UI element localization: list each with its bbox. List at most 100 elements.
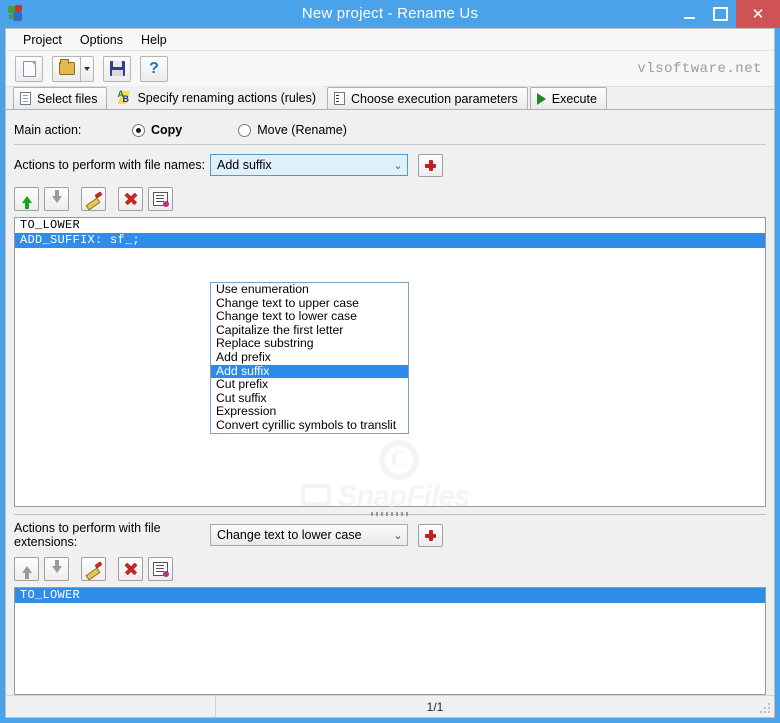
tab-strip: Select files AB Specify renaming actions… <box>6 86 774 110</box>
delete-icon <box>124 192 138 206</box>
title-bar: New project - Rename Us ✕ <box>0 0 780 28</box>
maximize-button[interactable] <box>705 0 736 28</box>
splitter-grip-icon <box>371 512 409 516</box>
chevron-down-icon: ⌄ <box>393 159 403 172</box>
rule-properties-button[interactable] <box>148 187 173 211</box>
move-rule-down-button[interactable] <box>44 187 69 211</box>
properties-icon <box>153 192 169 207</box>
tab-execute[interactable]: Execute <box>529 87 607 109</box>
plus-icon <box>425 529 436 541</box>
extension-rule-properties-button[interactable] <box>148 557 173 581</box>
file-extensions-action-label: Actions to perform with file extensions: <box>14 521 161 549</box>
close-button[interactable]: ✕ <box>736 0 780 28</box>
radio-move-rename[interactable]: Move (Rename) <box>238 123 347 137</box>
dropdown-option[interactable]: Expression <box>211 405 408 419</box>
status-panel-left <box>6 696 216 717</box>
radio-copy[interactable]: Copy <box>132 123 182 137</box>
file-extensions-action-row: Actions to perform with file extensions:… <box>14 521 766 549</box>
tab-select-files[interactable]: Select files <box>13 87 108 109</box>
move-up-icon <box>21 195 32 209</box>
radio-dot-icon <box>238 123 252 137</box>
add-rule-button[interactable] <box>418 153 443 177</box>
minimize-button[interactable] <box>674 0 705 28</box>
radio-label: Move (Rename) <box>257 123 347 137</box>
combo-value: Add suffix <box>217 158 272 172</box>
save-icon <box>109 61 125 76</box>
open-project-button[interactable] <box>52 55 80 82</box>
plus-icon <box>425 159 436 171</box>
dropdown-option-selected[interactable]: Add suffix <box>211 364 408 379</box>
edit-rule-button[interactable] <box>81 187 106 211</box>
dropdown-option[interactable]: Cut suffix <box>211 391 408 406</box>
application-window: New project - Rename Us ✕ Project Option… <box>0 0 780 723</box>
dropdown-option[interactable]: Cut prefix <box>211 378 408 392</box>
file-names-action-dropdown-list[interactable]: Use enumeration Change text to upper cas… <box>210 282 409 434</box>
menu-item-help[interactable]: Help <box>132 31 176 49</box>
clipboard-icon <box>334 92 345 105</box>
tab-label: Choose execution parameters <box>351 91 518 106</box>
tab-label: Select files <box>37 91 98 106</box>
radio-dot-icon <box>132 123 145 137</box>
open-folder-icon <box>58 59 75 75</box>
new-project-button[interactable] <box>15 55 43 82</box>
rules-page: Main action: Copy Move (Rename) Actions … <box>6 110 774 695</box>
tab-label: Execute <box>551 91 597 106</box>
window-controls: ✕ <box>674 0 780 28</box>
combo-value: Change text to lower case <box>217 528 362 542</box>
new-file-icon <box>22 60 36 77</box>
list-item[interactable]: ADD_SUFFIX: sf_; <box>15 233 765 248</box>
delete-icon <box>124 562 138 576</box>
file-names-action-combo[interactable]: Add suffix ⌄ <box>210 154 408 176</box>
file-names-rule-toolbar <box>14 186 766 212</box>
file-extensions-rules-list[interactable]: TO_LOWER <box>14 587 766 695</box>
resize-grip-icon[interactable] <box>759 703 771 715</box>
file-extensions-action-combo[interactable]: Change text to lower case ⌄ <box>210 524 408 546</box>
edit-icon <box>85 562 102 577</box>
status-panel-page: 1/1 <box>426 699 444 714</box>
tab-label: Specify renaming actions (rules) <box>137 90 316 105</box>
status-bar: 1/1 <box>6 695 774 717</box>
documents-icon <box>20 92 31 105</box>
delete-rule-button[interactable] <box>118 187 143 211</box>
client-area: Project Options Help ? vlsoftware.net Se… <box>5 28 775 718</box>
radio-label: Copy <box>151 123 183 137</box>
move-down-icon <box>51 559 62 573</box>
dropdown-option[interactable]: Add prefix <box>211 350 408 365</box>
window-title: New project - Rename Us <box>301 5 479 22</box>
menu-bar: Project Options Help <box>6 29 774 51</box>
edit-extension-rule-button[interactable] <box>81 557 106 581</box>
divider <box>14 144 766 145</box>
move-up-icon <box>21 565 32 573</box>
dropdown-option[interactable]: Use enumeration <box>211 282 408 297</box>
properties-icon <box>153 562 169 577</box>
move-extension-rule-down-button[interactable] <box>44 557 69 581</box>
main-action-label: Main action: <box>14 123 82 137</box>
dropdown-option[interactable]: Capitalize the first letter <box>211 323 408 338</box>
move-down-icon <box>51 189 62 203</box>
list-item[interactable]: TO_LOWER <box>15 218 765 233</box>
dropdown-option[interactable]: Replace substring <box>211 337 408 351</box>
dropdown-option[interactable]: Change text to upper case <box>211 296 408 311</box>
help-button[interactable]: ? <box>140 55 168 82</box>
file-names-action-label: Actions to perform with file names: <box>14 158 206 172</box>
list-item[interactable]: TO_LOWER <box>15 588 765 603</box>
help-icon: ? <box>149 59 159 77</box>
file-extensions-rule-toolbar <box>14 556 766 582</box>
open-recent-dropdown-button[interactable] <box>80 55 94 82</box>
menu-item-options[interactable]: Options <box>71 31 132 49</box>
file-names-action-row: Actions to perform with file names: Add … <box>14 153 766 177</box>
move-rule-up-button[interactable] <box>14 187 39 211</box>
move-extension-rule-up-button[interactable] <box>14 557 39 581</box>
tab-specify-renaming-actions[interactable]: AB Specify renaming actions (rules) <box>109 86 325 109</box>
dropdown-option[interactable]: Change text to lower case <box>211 310 408 324</box>
save-project-button[interactable] <box>103 55 131 82</box>
dropdown-option[interactable]: Convert cyrillic symbols to translit <box>211 418 408 433</box>
chevron-down-icon: ⌄ <box>393 529 403 542</box>
tab-choose-execution-parameters[interactable]: Choose execution parameters <box>327 87 528 109</box>
delete-extension-rule-button[interactable] <box>118 557 143 581</box>
ab-letters-icon: AB <box>117 88 131 104</box>
edit-icon <box>85 192 102 207</box>
add-extension-rule-button[interactable] <box>418 523 443 547</box>
menu-item-project[interactable]: Project <box>14 31 71 49</box>
main-action-row: Main action: Copy Move (Rename) <box>14 116 766 144</box>
